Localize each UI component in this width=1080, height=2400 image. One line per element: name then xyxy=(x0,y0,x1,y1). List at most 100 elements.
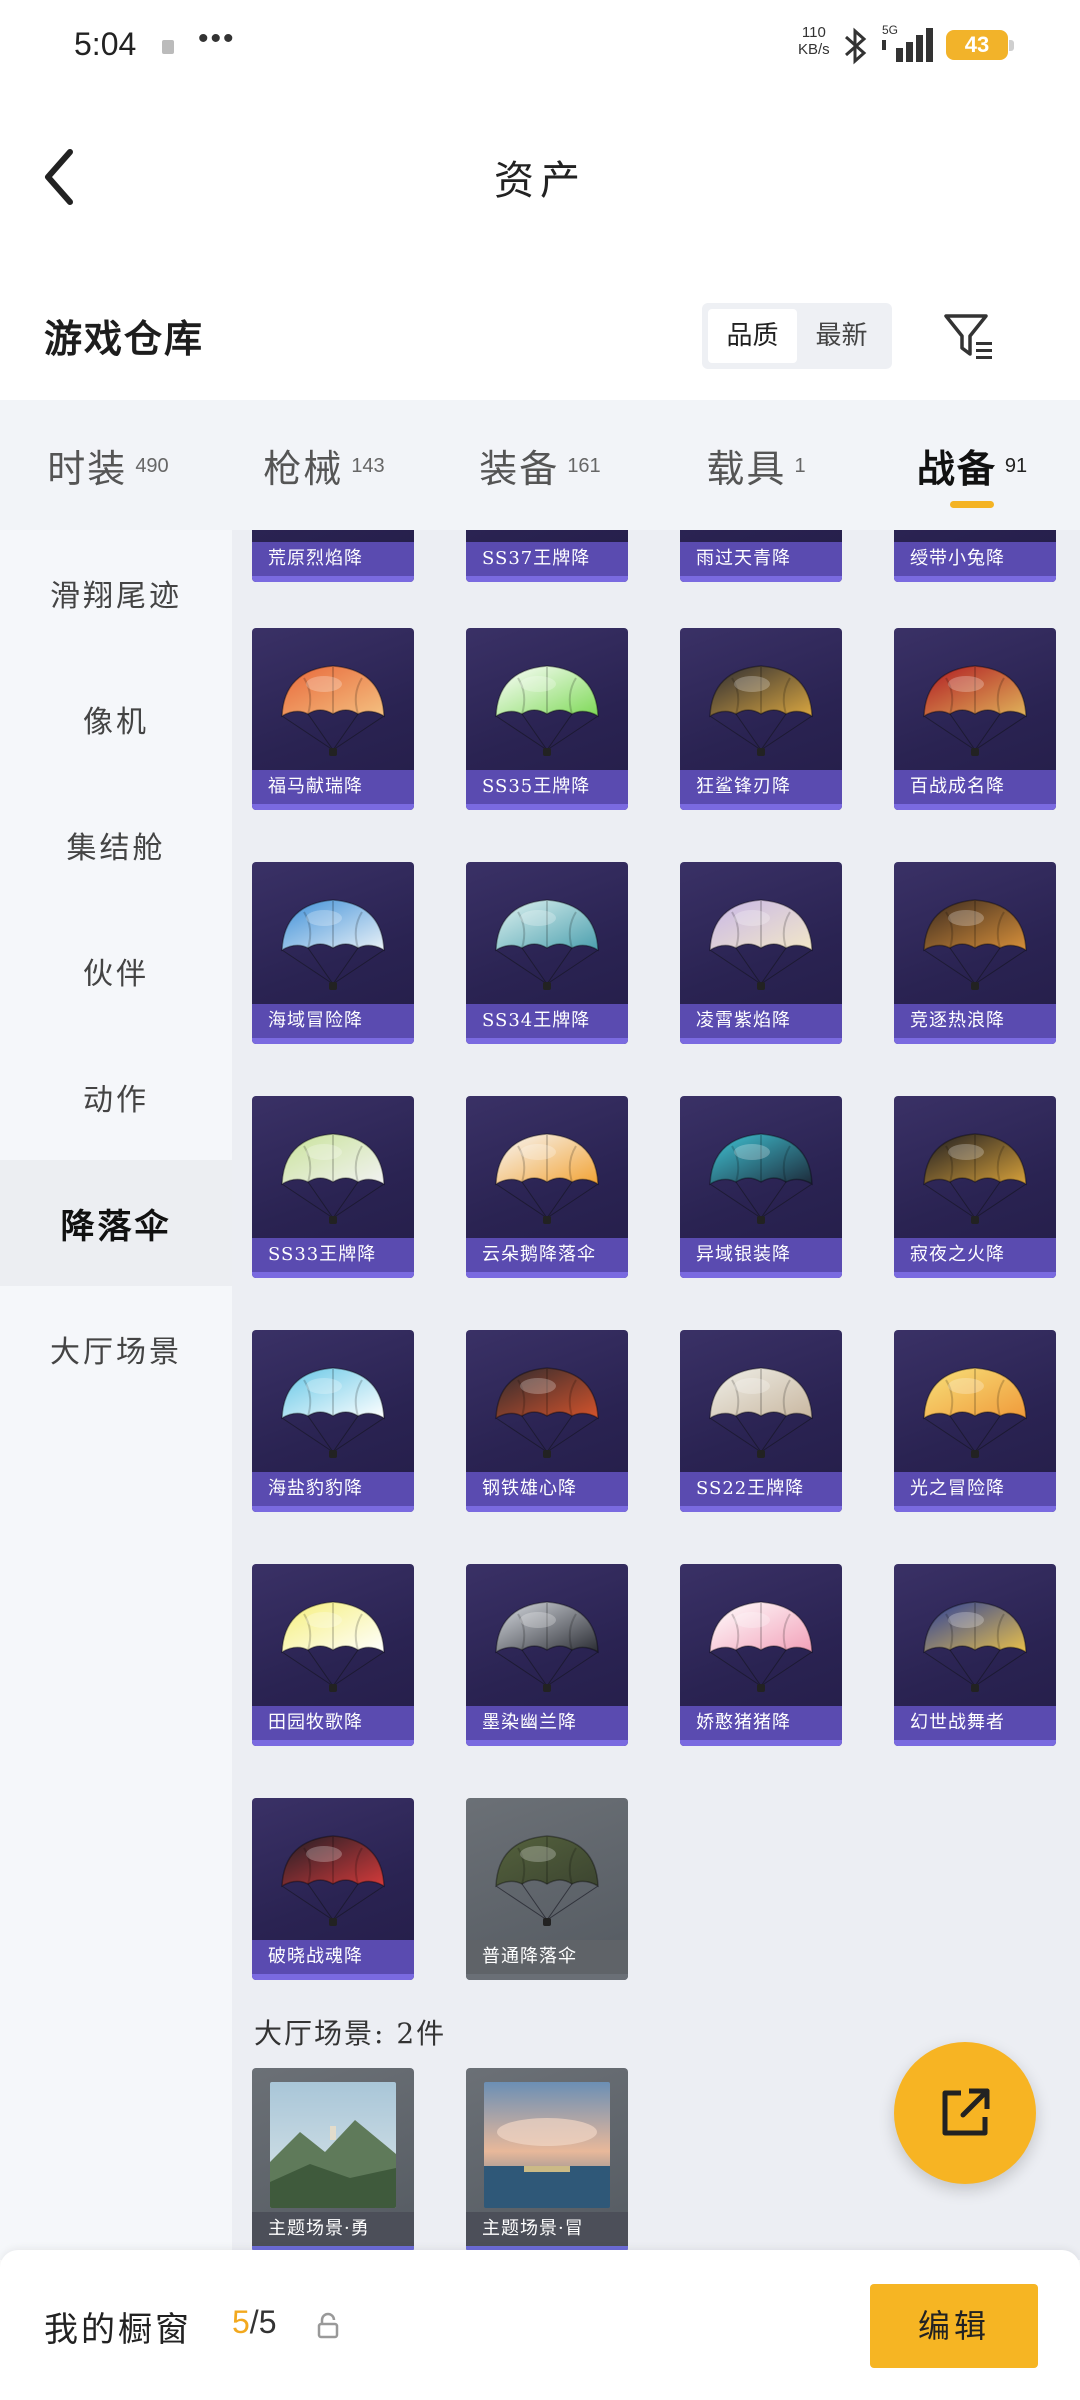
parachute-icon xyxy=(495,1601,599,1692)
parachute-icon xyxy=(495,665,599,756)
parachute-tile[interactable]: SS35王牌降 xyxy=(466,628,628,810)
parachute-tile[interactable]: 田园牧歌降 xyxy=(252,1564,414,1746)
parachute-tile[interactable]: 幻世战舞者 xyxy=(894,1564,1056,1746)
parachute-icon xyxy=(281,1367,385,1458)
parachute-tile[interactable]: 寂夜之火降 xyxy=(894,1096,1056,1278)
tab-count: 1 xyxy=(794,454,806,477)
sidebar-item-lobby-scene[interactable]: 大厅场景 xyxy=(0,1286,232,1412)
tile-bottom-bar xyxy=(466,576,628,582)
battery-icon: 43 xyxy=(946,30,1014,60)
parachute-tile[interactable]: 光之冒险降 xyxy=(894,1330,1056,1512)
tab-equipment[interactable]: 装备 161 xyxy=(432,400,648,530)
tab-count: 490 xyxy=(135,454,169,477)
parachute-tile[interactable]: SS37王牌降 xyxy=(466,530,628,582)
tile-label: 竞逐热浪降 xyxy=(894,1004,1056,1038)
tile-label: 寂夜之火降 xyxy=(894,1238,1056,1272)
parachute-tile[interactable]: 福马献瑞降 xyxy=(252,628,414,810)
tile-label: 主题场景·冒 xyxy=(466,2212,628,2246)
parachute-icon xyxy=(495,1835,599,1926)
tab-count: 143 xyxy=(351,454,385,477)
parachute-icon xyxy=(709,899,813,990)
tile-bottom-bar xyxy=(680,576,842,582)
tile-label: SS34王牌降 xyxy=(466,1004,628,1038)
tile-label: 娇憨猪猪降 xyxy=(680,1706,842,1740)
parachute-icon xyxy=(281,1601,385,1692)
showcase-label: 我的橱窗 xyxy=(44,2310,192,2350)
tile-bottom-bar xyxy=(894,804,1056,810)
edit-button[interactable]: 编辑 xyxy=(870,2284,1038,2368)
parachute-tile[interactable]: 狂鲨锋刃降 xyxy=(680,628,842,810)
parachute-tile[interactable]: 凌霄紫焰降 xyxy=(680,862,842,1044)
parachute-tile[interactable]: 雨过天青降 xyxy=(680,530,842,582)
parachute-tile[interactable]: 钢铁雄心降 xyxy=(466,1330,628,1512)
tile-bottom-bar xyxy=(894,1038,1056,1044)
parachute-tile[interactable]: 海盐豹豹降 xyxy=(252,1330,414,1512)
tab-weapons[interactable]: 枪械 143 xyxy=(216,400,432,530)
parachute-tile[interactable]: 荒原烈焰降 xyxy=(252,530,414,582)
tile-label: 荒原烈焰降 xyxy=(252,542,414,576)
share-button[interactable] xyxy=(894,2042,1036,2184)
parachute-tile[interactable]: 竞逐热浪降 xyxy=(894,862,1056,1044)
tile-label: 凌霄紫焰降 xyxy=(680,1004,842,1038)
parachute-icon xyxy=(923,1601,1027,1692)
tile-label: 光之冒险降 xyxy=(894,1472,1056,1506)
tile-label: SS37王牌降 xyxy=(466,542,628,576)
parachute-icon xyxy=(923,665,1027,756)
tab-fashion[interactable]: 时装 490 xyxy=(0,400,216,530)
parachute-tile[interactable]: 百战成名降 xyxy=(894,628,1056,810)
tile-bottom-bar xyxy=(894,1740,1056,1746)
tile-label: 普通降落伞 xyxy=(466,1940,628,1974)
sort-quality-button[interactable]: 品质 xyxy=(708,309,797,363)
tab-label: 装备 xyxy=(479,446,560,491)
tile-bottom-bar xyxy=(680,1272,842,1278)
parachute-tile[interactable]: SS22王牌降 xyxy=(680,1330,842,1512)
parachute-icon xyxy=(709,1601,813,1692)
parachute-icon xyxy=(495,1367,599,1458)
sidebar-item-glide-trail[interactable]: 滑翔尾迹 xyxy=(0,530,232,656)
parachute-tile[interactable]: SS33王牌降 xyxy=(252,1096,414,1278)
sidebar-item-parachute[interactable]: 降落伞 xyxy=(0,1160,232,1286)
sidebar-item-companion[interactable]: 伙伴 xyxy=(0,908,232,1034)
tile-label: 海盐豹豹降 xyxy=(252,1472,414,1506)
parachute-tile[interactable]: 墨染幽兰降 xyxy=(466,1564,628,1746)
parachute-icon xyxy=(281,665,385,756)
parachute-tile[interactable]: 绶带小兔降 xyxy=(894,530,1056,582)
network-speed-value: 110 xyxy=(801,24,826,41)
tile-label: 云朵鹅降落伞 xyxy=(466,1238,628,1272)
sidebar-item-emote[interactable]: 动作 xyxy=(0,1034,232,1160)
parachute-tile[interactable]: 破晓战魂降 xyxy=(252,1798,414,1980)
parachute-icon xyxy=(709,1367,813,1458)
external-link-icon xyxy=(942,2088,990,2136)
tile-bottom-bar xyxy=(466,1038,628,1044)
showcase-current: 5 xyxy=(232,2304,250,2340)
parachute-icon xyxy=(495,899,599,990)
tile-bottom-bar xyxy=(252,1740,414,1746)
lobby-scene-tile[interactable]: 主题场景·冒 xyxy=(466,2068,628,2252)
showcase-bar: 我的橱窗 5/5 编辑 xyxy=(0,2250,1080,2400)
scene-thumbnail xyxy=(270,2082,396,2208)
warehouse-title: 游戏仓库 xyxy=(44,316,205,361)
parachute-tile[interactable]: 异域银装降 xyxy=(680,1096,842,1278)
tile-label: SS22王牌降 xyxy=(680,1472,842,1506)
sidebar-item-camera[interactable]: 像机 xyxy=(0,656,232,782)
parachute-tile[interactable]: 海域冒险降 xyxy=(252,862,414,1044)
sort-newest-button[interactable]: 最新 xyxy=(797,309,886,363)
tab-vehicles[interactable]: 载具 1 xyxy=(648,400,864,530)
parachute-tile[interactable]: SS34王牌降 xyxy=(466,862,628,1044)
tile-bottom-bar xyxy=(252,1038,414,1044)
category-tabs: 时装 490 枪械 143 装备 161 载具 1 战备 91 xyxy=(0,400,1080,530)
active-tab-indicator xyxy=(950,501,994,508)
tile-label: 百战成名降 xyxy=(894,770,1056,804)
tile-bottom-bar xyxy=(894,1506,1056,1512)
filter-icon[interactable] xyxy=(940,308,996,364)
tab-combat-gear[interactable]: 战备 91 xyxy=(864,400,1080,530)
tab-label: 载具 xyxy=(706,446,787,491)
parachute-tile[interactable]: 云朵鹅降落伞 xyxy=(466,1096,628,1278)
parachute-tile[interactable]: 娇憨猪猪降 xyxy=(680,1564,842,1746)
sidebar-item-assembly-pod[interactable]: 集结舱 xyxy=(0,782,232,908)
parachute-icon xyxy=(923,1133,1027,1224)
lobby-scene-tile[interactable]: 主题场景·勇 xyxy=(252,2068,414,2252)
tile-label: SS35王牌降 xyxy=(466,770,628,804)
parachute-tile[interactable]: 普通降落伞 xyxy=(466,1798,628,1980)
tile-label: SS33王牌降 xyxy=(252,1238,414,1272)
